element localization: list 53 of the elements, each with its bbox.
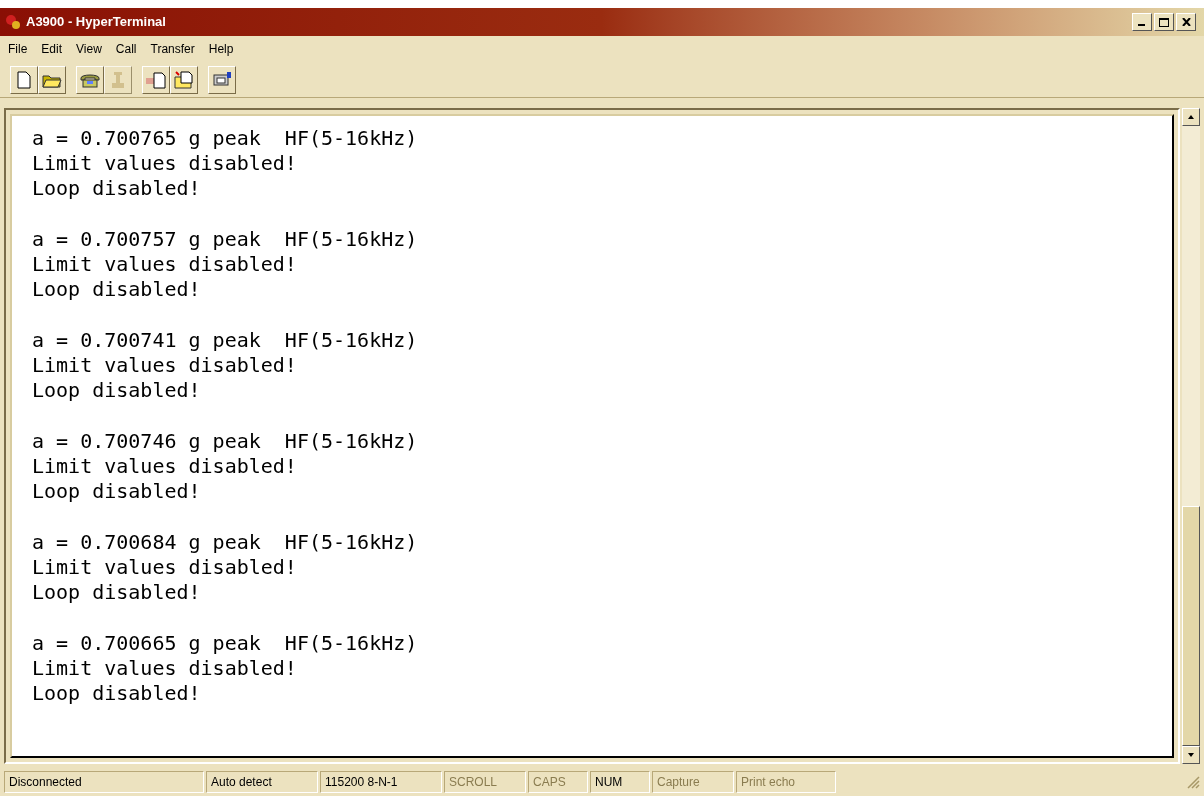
- computer-icon: [211, 70, 233, 89]
- blank-page-icon: [16, 70, 32, 89]
- menu-item[interactable]: Edit: [41, 40, 63, 58]
- terminal-line: a = 0.700665 g peak HF(5-16kHz): [32, 631, 419, 656]
- minimize-button[interactable]: [1132, 13, 1152, 31]
- menu-item[interactable]: Transfer: [150, 40, 195, 58]
- terminal-line: Loop disabled!: [32, 479, 202, 504]
- menu-item[interactable]: Help: [208, 40, 234, 58]
- maximize-button[interactable]: [1154, 13, 1174, 31]
- status-field: Auto detect: [206, 771, 318, 793]
- terminal-line: Loop disabled!: [32, 176, 202, 201]
- terminal-line: Limit values disabled!: [32, 656, 298, 681]
- terminal-line: a = 0.700757 g peak HF(5-16kHz): [32, 227, 419, 252]
- scroll-thumb[interactable]: [1182, 506, 1200, 746]
- status-field: Disconnected: [4, 771, 204, 793]
- terminal-line: a = 0.700684 g peak HF(5-16kHz): [32, 530, 419, 555]
- window-title: A3900 - HyperTerminal: [26, 13, 167, 32]
- scrollbar[interactable]: [1182, 108, 1200, 764]
- terminal-line: Limit values disabled!: [32, 555, 298, 580]
- terminal-line: Limit values disabled!: [32, 151, 298, 176]
- scroll-up-icon: [1188, 115, 1194, 119]
- terminal-line: Limit values disabled!: [32, 252, 298, 277]
- toolbar-button[interactable]: [10, 65, 38, 94]
- menu-item[interactable]: File: [8, 40, 28, 58]
- resize-grip-icon: [1186, 775, 1200, 789]
- status-field: NUM: [590, 771, 650, 793]
- terminal-line: a = 0.700741 g peak HF(5-16kHz): [32, 328, 419, 353]
- app-icon: [4, 13, 22, 31]
- toolbar-button[interactable]: [170, 65, 198, 94]
- menu-item[interactable]: Call: [115, 40, 137, 58]
- terminal-line: Loop disabled!: [32, 378, 202, 403]
- terminal-line: Limit values disabled!: [32, 454, 298, 479]
- status-field: SCROLL: [444, 771, 526, 793]
- status-field: Print echo: [736, 771, 836, 793]
- toolbar-button[interactable]: [76, 65, 104, 94]
- toolbar-button[interactable]: [38, 65, 66, 94]
- terminal-line: Limit values disabled!: [32, 353, 298, 378]
- toolbar-button[interactable]: [142, 65, 170, 94]
- terminal-line: Loop disabled!: [32, 580, 202, 605]
- close-button[interactable]: [1176, 13, 1196, 31]
- status-field: 115200 8-N-1: [320, 771, 442, 793]
- scroll-down-icon: [1188, 753, 1194, 757]
- terminal-line: a = 0.700746 g peak HF(5-16kHz): [32, 429, 419, 454]
- terminal-line: Loop disabled!: [32, 681, 202, 706]
- maximize-icon: [1159, 17, 1169, 27]
- toolbar-button[interactable]: [208, 65, 236, 94]
- terminal-line: Loop disabled!: [32, 277, 202, 302]
- close-icon: [1181, 18, 1191, 26]
- folder-page-icon: [173, 70, 195, 89]
- status-field: Capture: [652, 771, 734, 793]
- status-field: CAPS: [528, 771, 588, 793]
- menu-item[interactable]: View: [76, 40, 102, 58]
- terminal-line: a = 0.700765 g peak HF(5-16kHz): [32, 126, 419, 151]
